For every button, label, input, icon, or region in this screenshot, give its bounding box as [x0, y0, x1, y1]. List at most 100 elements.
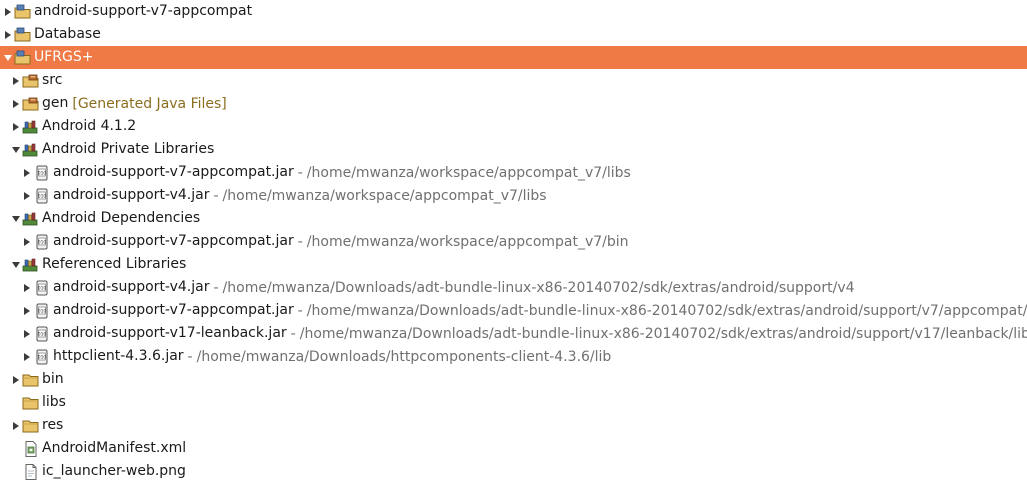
path-separator: - — [213, 187, 219, 204]
tree-item-label: Database — [34, 26, 101, 42]
tree-item-ic-launcher-web[interactable]: ic_launcher-web.png — [0, 460, 1027, 483]
svg-text:010: 010 — [38, 170, 47, 176]
library-icon — [22, 210, 40, 228]
tree-item-label: android-support-v7-appcompat — [34, 3, 253, 19]
path-separator: - — [297, 164, 303, 181]
tree-item-android-manifest[interactable]: AndroidManifest.xml — [0, 437, 1027, 460]
tree-item-ref-v4-jar[interactable]: 010 android-support-v4.jar - /home/mwanz… — [0, 276, 1027, 299]
tree-item-res[interactable]: res — [0, 414, 1027, 437]
project-icon — [14, 26, 32, 44]
folder-icon — [22, 394, 40, 412]
tree-item-android-dependencies[interactable]: Android Dependencies — [0, 207, 1027, 230]
tree-item-android-private-libraries[interactable]: Android Private Libraries — [0, 138, 1027, 161]
tree-item-label: android-support-v7-appcompat.jar — [53, 233, 294, 249]
tree-item-label: android-support-v4.jar — [53, 279, 210, 295]
project-icon — [14, 3, 32, 21]
source-folder-icon — [22, 72, 40, 90]
jar-icon: 010 — [33, 164, 51, 182]
tree-item-private-v4-jar[interactable]: 010 android-support-v4.jar - /home/mwanz… — [0, 184, 1027, 207]
tree-item-ufrgs-project[interactable]: UFRGS+ — [0, 46, 1027, 69]
jar-location-path: /home/mwanza/Downloads/httpcomponents-cl… — [196, 348, 612, 365]
source-folder-icon — [22, 95, 40, 113]
tree-item-label: Android Private Libraries — [42, 141, 215, 157]
jar-icon: 010 — [33, 187, 51, 205]
tree-item-libs[interactable]: libs — [0, 391, 1027, 414]
tree-item-label: src — [42, 72, 63, 88]
library-icon — [22, 256, 40, 274]
expand-arrow-icon[interactable] — [3, 6, 13, 18]
jar-icon: 010 — [33, 325, 51, 343]
jar-location-path: /home/mwanza/Downloads/adt-bundle-linux-… — [222, 279, 855, 296]
tree-item-appcompat-project[interactable]: android-support-v7-appcompat — [0, 0, 1027, 23]
tree-item-label: ic_launcher-web.png — [42, 463, 186, 479]
tree-item-src[interactable]: src — [0, 69, 1027, 92]
tree-item-label: android-support-v4.jar — [53, 187, 210, 203]
svg-text:010: 010 — [38, 193, 47, 199]
tree-item-label: gen — [42, 95, 69, 111]
jar-icon: 010 — [33, 302, 51, 320]
tree-item-label: Android Dependencies — [42, 210, 201, 226]
expand-arrow-icon[interactable] — [11, 374, 21, 386]
collapse-arrow-icon[interactable] — [11, 213, 21, 225]
expand-arrow-icon[interactable] — [22, 190, 32, 202]
tree-item-bin[interactable]: bin — [0, 368, 1027, 391]
tree-item-referenced-libraries[interactable]: Referenced Libraries — [0, 253, 1027, 276]
expand-arrow-icon[interactable] — [11, 98, 21, 110]
jar-location-path: /home/mwanza/Downloads/adt-bundle-linux-… — [299, 325, 1027, 342]
collapse-arrow-icon[interactable] — [11, 144, 21, 156]
library-icon — [22, 141, 40, 159]
tree-item-database-project[interactable]: Database — [0, 23, 1027, 46]
jar-location-path: /home/mwanza/workspace/appcompat_v7/bin — [306, 233, 629, 250]
jar-icon: 010 — [33, 233, 51, 251]
expand-arrow-icon[interactable] — [22, 305, 32, 317]
project-icon — [14, 49, 32, 67]
tree-item-label: android-support-v7-appcompat.jar — [53, 164, 294, 180]
expand-arrow-icon[interactable] — [11, 121, 21, 133]
expand-arrow-icon[interactable] — [22, 328, 32, 340]
tree-item-ref-httpclient-jar[interactable]: 010 httpclient-4.3.6.jar - /home/mwanza/… — [0, 345, 1027, 368]
svg-text:010: 010 — [38, 239, 47, 245]
folder-icon — [22, 417, 40, 435]
expand-arrow-icon[interactable] — [11, 75, 21, 87]
jar-icon: 010 — [33, 348, 51, 366]
svg-text:010: 010 — [38, 354, 47, 360]
tree-item-ref-leanback-jar[interactable]: 010 android-support-v17-leanback.jar - /… — [0, 322, 1027, 345]
tree-item-android-412[interactable]: Android 4.1.2 — [0, 115, 1027, 138]
collapse-arrow-icon[interactable] — [11, 259, 21, 271]
path-separator: - — [213, 279, 219, 296]
expand-arrow-icon[interactable] — [3, 29, 13, 41]
path-separator: - — [297, 302, 303, 319]
expand-arrow-icon[interactable] — [22, 351, 32, 363]
expand-arrow-icon[interactable] — [11, 420, 21, 432]
jar-location-path: /home/mwanza/workspace/appcompat_v7/libs — [306, 164, 631, 181]
path-separator: - — [187, 348, 193, 365]
path-separator: - — [290, 325, 296, 342]
tree-item-private-appcompat-jar[interactable]: 010 android-support-v7-appcompat.jar - /… — [0, 161, 1027, 184]
xml-file-icon — [22, 440, 40, 458]
jar-location-path: /home/mwanza/workspace/appcompat_v7/libs — [222, 187, 547, 204]
svg-text:010: 010 — [38, 308, 47, 314]
tree-item-dependency-appcompat-jar[interactable]: 010 android-support-v7-appcompat.jar - /… — [0, 230, 1027, 253]
library-icon — [22, 118, 40, 136]
tree-item-label: bin — [42, 371, 64, 387]
generated-files-decoration: [Generated Java Files] — [72, 95, 227, 112]
svg-text:010: 010 — [38, 331, 47, 337]
collapse-arrow-icon[interactable] — [3, 52, 13, 64]
jar-location-path: /home/mwanza/Downloads/adt-bundle-linux-… — [306, 302, 1027, 319]
expand-arrow-icon[interactable] — [22, 282, 32, 294]
jar-icon: 010 — [33, 279, 51, 297]
tree-item-label: Referenced Libraries — [42, 256, 187, 272]
expand-arrow-icon[interactable] — [22, 236, 32, 248]
expand-arrow-icon[interactable] — [22, 167, 32, 179]
tree-item-ref-appcompat-jar[interactable]: 010 android-support-v7-appcompat.jar - /… — [0, 299, 1027, 322]
tree-item-label: android-support-v17-leanback.jar — [53, 325, 287, 341]
folder-icon — [22, 371, 40, 389]
file-icon — [22, 463, 40, 481]
tree-item-label: UFRGS+ — [34, 49, 94, 65]
tree-item-label: libs — [42, 394, 66, 410]
tree-item-label: AndroidManifest.xml — [42, 440, 187, 456]
tree-item-label: android-support-v7-appcompat.jar — [53, 302, 294, 318]
tree-item-label: res — [42, 417, 64, 433]
tree-item-label: Android 4.1.2 — [42, 118, 137, 134]
tree-item-gen[interactable]: gen [Generated Java Files] — [0, 92, 1027, 115]
